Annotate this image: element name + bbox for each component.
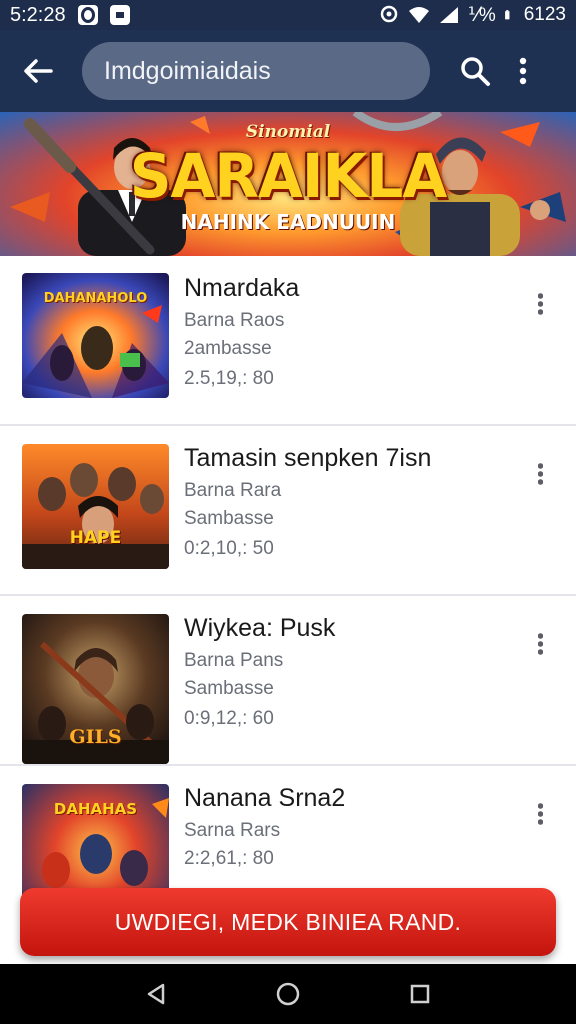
system-nav-bar bbox=[0, 964, 576, 1024]
item-title: Nanana Srna2 bbox=[184, 784, 346, 812]
search-button[interactable] bbox=[452, 48, 498, 94]
game-list: DAHANAHOLO Nmardaka Barna Raos 2ambasse … bbox=[0, 256, 576, 936]
banner-subtitle: Sinomial bbox=[245, 122, 331, 142]
nav-recents-square-icon bbox=[410, 984, 430, 1004]
back-button[interactable] bbox=[14, 47, 62, 95]
search-value: Imdgoimiaidais bbox=[104, 56, 271, 85]
item-stats: 2:2,61,: 80 bbox=[184, 848, 274, 869]
item-stats: 0:9,12,: 60 bbox=[184, 708, 274, 729]
status-clock-right: 6123 bbox=[523, 4, 566, 25]
banner-tagline: NAHINK EADNUUIN bbox=[180, 210, 396, 234]
status-bar: 5:2:28 ⅟% 6123 bbox=[0, 0, 576, 30]
arrow-left-icon bbox=[24, 59, 53, 83]
vertical-dots-icon bbox=[537, 632, 543, 656]
vertical-dots-icon bbox=[519, 57, 527, 85]
item-subtitle: Barna Pans bbox=[184, 650, 284, 671]
vertical-dots-icon bbox=[537, 802, 543, 826]
battery-percent: ⅟% bbox=[468, 4, 496, 26]
list-item[interactable]: HAPE Tamasin senpken 7isn Barna Rara Sam… bbox=[0, 426, 576, 596]
item-subtitle: Barna Raos bbox=[184, 310, 285, 331]
nav-back-button[interactable] bbox=[136, 974, 176, 1014]
status-time: 5:2:28 bbox=[10, 3, 66, 26]
list-item[interactable]: GILS Wiykea: Pusk Barna Pans Sambasse 0:… bbox=[0, 596, 576, 766]
app-bar: Imdgoimiaidais bbox=[0, 30, 576, 112]
thumbnail-title: GILS bbox=[69, 726, 122, 748]
thumbnail-title: DAHANAHOLO bbox=[43, 291, 148, 306]
game-thumbnail: HAPE bbox=[22, 444, 169, 569]
item-menu-button[interactable] bbox=[526, 626, 554, 662]
item-stats: 0:2,10,: 50 bbox=[184, 538, 274, 559]
cta-label: UWDIEGI, MEDK BINIEA RAND. bbox=[114, 908, 462, 935]
status-left: 5:2:28 bbox=[10, 4, 130, 27]
wifi-icon bbox=[409, 7, 430, 23]
item-meta: Sambasse bbox=[184, 508, 274, 529]
item-menu-button[interactable] bbox=[526, 456, 554, 492]
vertical-dots-icon bbox=[537, 462, 543, 486]
item-menu-button[interactable] bbox=[526, 796, 554, 832]
location-icon bbox=[380, 5, 398, 23]
notification-square-icon bbox=[109, 5, 130, 25]
item-title: Wiykea: Pusk bbox=[184, 614, 336, 642]
item-stats: 2.5,19,: 80 bbox=[184, 368, 274, 389]
overflow-menu-button[interactable] bbox=[508, 48, 538, 94]
banner-title: SARAIKLA bbox=[129, 140, 448, 212]
game-thumbnail: GILS bbox=[22, 614, 169, 764]
cta-button[interactable]: UWDIEGI, MEDK BINIEA RAND. bbox=[20, 888, 556, 956]
item-meta: Sambasse bbox=[184, 678, 274, 699]
item-title: Nmardaka bbox=[184, 274, 300, 302]
nav-home-button[interactable] bbox=[268, 974, 308, 1014]
item-menu-button[interactable] bbox=[526, 286, 554, 322]
signal-icon bbox=[440, 7, 459, 23]
nav-home-circle-icon bbox=[276, 982, 300, 1006]
thumbnail-title: HAPE bbox=[69, 528, 122, 548]
vertical-dots-icon bbox=[537, 292, 543, 316]
list-item[interactable]: DAHANAHOLO Nmardaka Barna Raos 2ambasse … bbox=[0, 256, 576, 426]
item-meta: 2ambasse bbox=[184, 338, 272, 359]
thumbnail-title: DAHAHAS bbox=[53, 800, 138, 818]
item-title: Tamasin senpken 7isn bbox=[184, 444, 432, 472]
magnifier-icon bbox=[461, 57, 490, 86]
status-right: ⅟% 6123 bbox=[378, 4, 566, 27]
promo-banner[interactable]: Sinomial SARAIKLA NAHINK EADNUUIN bbox=[0, 112, 576, 256]
battery-icon bbox=[504, 10, 510, 20]
game-thumbnail: DAHANAHOLO bbox=[22, 273, 169, 398]
nav-back-triangle-icon bbox=[147, 983, 165, 1005]
nav-recents-button[interactable] bbox=[400, 974, 440, 1014]
item-subtitle: Barna Rara bbox=[184, 480, 282, 501]
notification-circle-icon bbox=[77, 5, 98, 25]
item-subtitle: Sarna Rars bbox=[184, 820, 281, 841]
search-input[interactable]: Imdgoimiaidais bbox=[82, 42, 430, 100]
